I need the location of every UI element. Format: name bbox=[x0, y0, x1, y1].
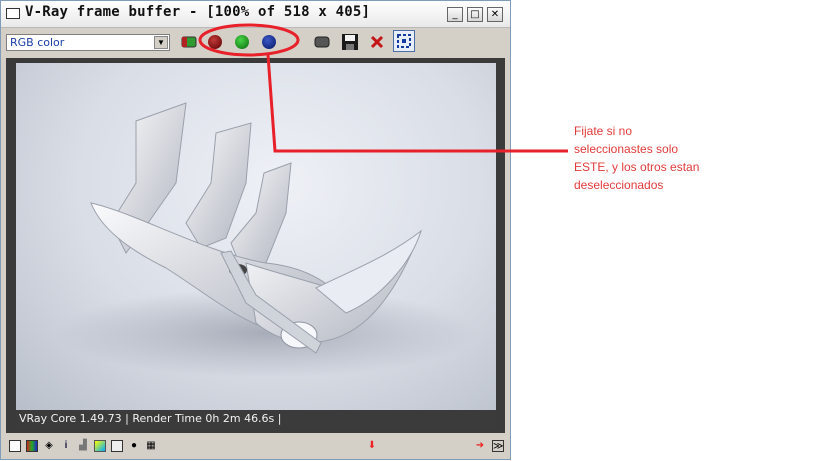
annotation-line: seleccionastes solo bbox=[574, 142, 679, 156]
annotation-connector-line bbox=[266, 54, 568, 153]
annotation-line: ESTE, y los otros estan bbox=[574, 160, 700, 174]
annotation-overlay bbox=[198, 23, 568, 153]
highlight-ellipse bbox=[198, 23, 300, 57]
annotation-note: Fijate si no seleccionastes solo ESTE, y… bbox=[574, 122, 774, 194]
annotation-line: Fijate si no bbox=[574, 124, 633, 138]
annotation-line: deseleccionados bbox=[574, 178, 664, 192]
